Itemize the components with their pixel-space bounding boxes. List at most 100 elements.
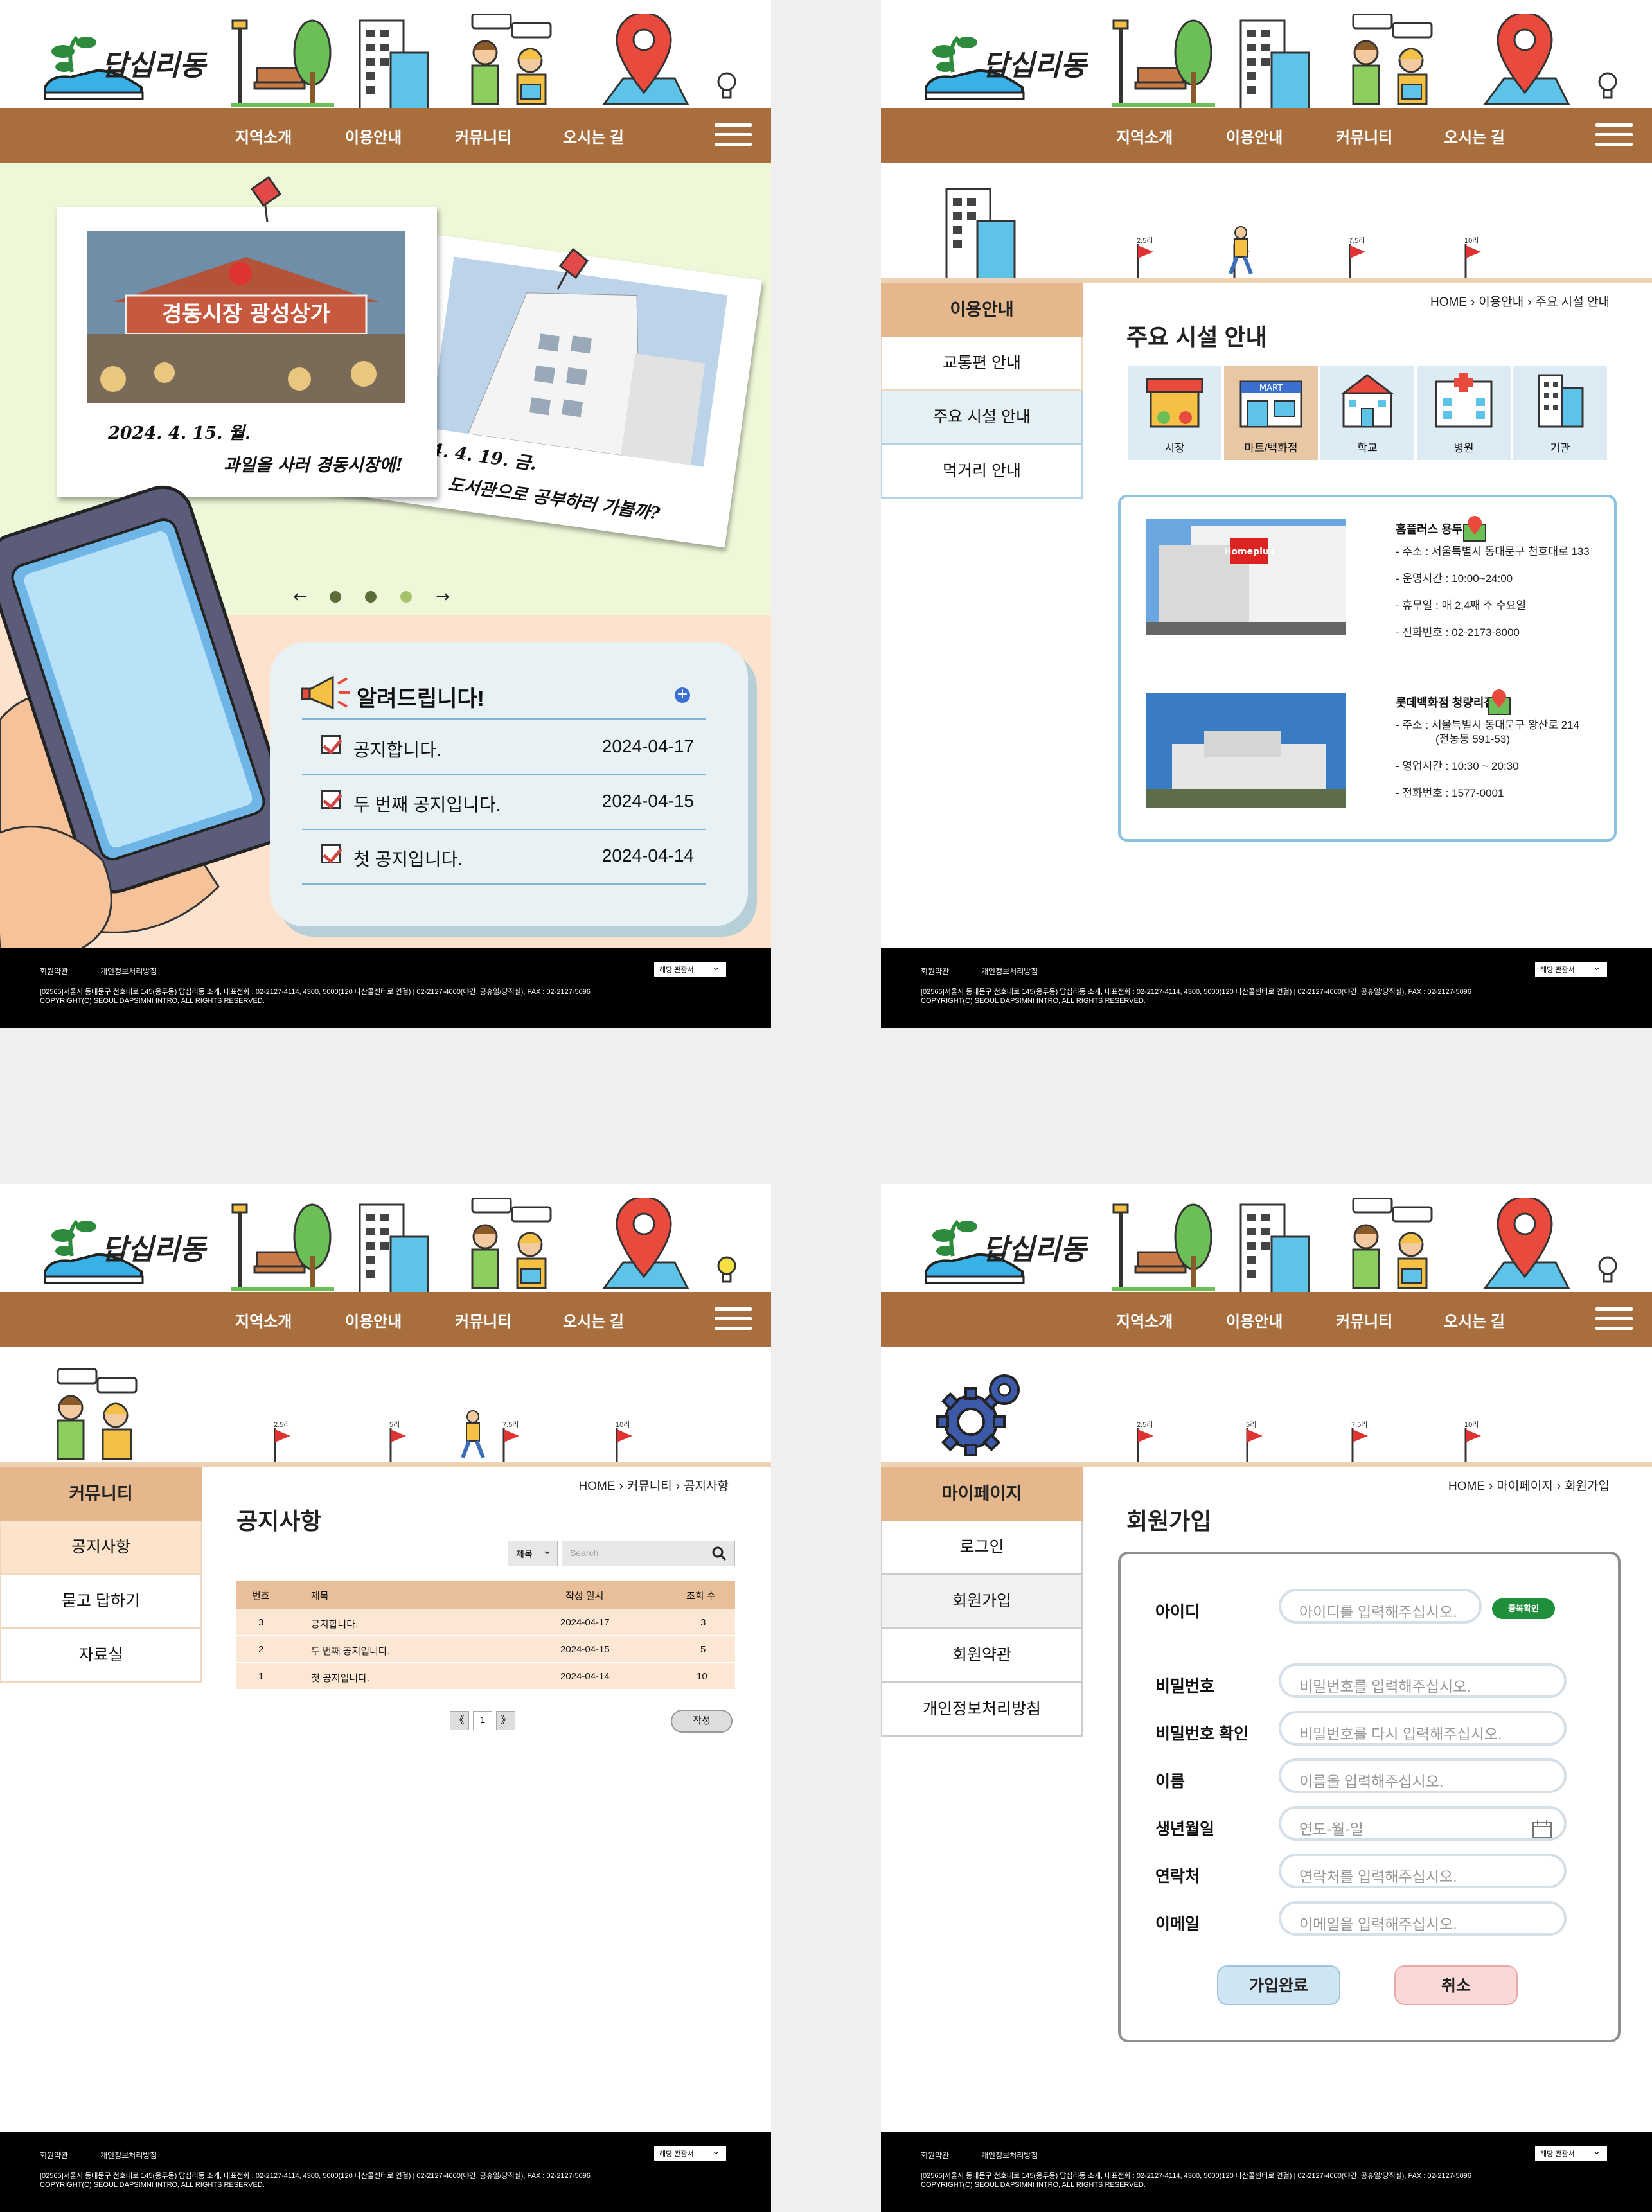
nav-region[interactable]: 지역소개 [235, 1309, 292, 1331]
nav-guide[interactable]: 이용안내 [345, 1309, 402, 1331]
footer-agency-select[interactable]: 해당 관광서 [1535, 962, 1607, 977]
homeplus-photo[interactable]: Homeplus [1146, 519, 1346, 635]
site-logo[interactable]: 답십리동 [919, 24, 1087, 114]
notice-item[interactable]: 두 번째 공지입니다. 2024-04-15 [321, 787, 707, 815]
tab-school[interactable]: 학교 [1320, 366, 1414, 460]
lightbulb-icon[interactable] [1597, 71, 1619, 103]
side-item-privacy[interactable]: 개인정보처리방침 [881, 1683, 1083, 1737]
nav-community[interactable]: 커뮤니티 [1336, 1309, 1392, 1331]
notice-item[interactable]: 공지합니다. 2024-04-17 [321, 732, 707, 760]
slider-dot-3[interactable] [400, 591, 413, 603]
footer-terms-link[interactable]: 회원약관 [921, 2150, 949, 2161]
table-row[interactable]: 1 첫 공지입니다. 2024-04-14 10 [236, 1663, 735, 1690]
notice-item-title: 첫 공지입니다. [353, 849, 463, 869]
side-item-login[interactable]: 로그인 [881, 1521, 1083, 1575]
footer-terms-link[interactable]: 회원약관 [40, 966, 68, 977]
nav-directions[interactable]: 오시는 길 [563, 125, 624, 147]
nav-community[interactable]: 커뮤니티 [1336, 125, 1392, 147]
side-item-signup[interactable]: 회원가입 [881, 1575, 1083, 1629]
search-icon[interactable] [712, 1546, 726, 1561]
nav-region[interactable]: 지역소개 [1116, 1309, 1173, 1331]
breadcrumb-section[interactable]: 마이페이지 [1497, 1480, 1552, 1493]
signup-page: 답십리동 지역소개 이용안내 커뮤니티 오시는 길 2.5리 5리 7.5리 1… [881, 1184, 1652, 2212]
cancel-button[interactable]: 취소 [1394, 1965, 1518, 2005]
footer-privacy-link[interactable]: 개인정보처리방침 [100, 966, 157, 977]
birthdate-input[interactable]: 연도-월-일 [1279, 1806, 1567, 1841]
slide-photo-market[interactable]: 경동시장 광성상가 2024. 4. 15. 월. 과일을 사러 경동시장에! [57, 207, 437, 497]
footer-agency-select[interactable]: 해당 관광서 [654, 2146, 726, 2161]
lightbulb-icon[interactable] [716, 71, 738, 103]
breadcrumb-home[interactable]: HOME [1448, 1480, 1485, 1493]
side-item-terms[interactable]: 회원약관 [881, 1629, 1083, 1683]
notice-item[interactable]: 첫 공지입니다. 2024-04-14 [321, 842, 707, 869]
nav-directions[interactable]: 오시는 길 [1444, 1309, 1505, 1331]
footer-terms-link[interactable]: 회원약관 [40, 2150, 68, 2161]
tab-institution[interactable]: 기관 [1513, 366, 1607, 460]
footer-terms-link[interactable]: 회원약관 [921, 966, 949, 977]
breadcrumb-home[interactable]: HOME [1430, 296, 1467, 309]
phone-input[interactable]: 연락처를 입력해주십시오. [1279, 1854, 1567, 1888]
lightbulb-icon[interactable] [1597, 1255, 1619, 1287]
page-number-button[interactable]: 1 [473, 1711, 492, 1730]
hamburger-menu-icon[interactable] [1595, 1307, 1633, 1333]
breadcrumb: HOME › 커뮤니티 › 공지사항 [578, 1480, 729, 1493]
breadcrumb-section[interactable]: 이용안내 [1479, 296, 1523, 309]
field-label: 이름 [1155, 1773, 1186, 1791]
nav-directions[interactable]: 오시는 길 [563, 1309, 624, 1331]
search-input[interactable]: Search [562, 1541, 735, 1566]
side-item-qna[interactable]: 묻고 답하기 [0, 1575, 202, 1629]
page-next-button[interactable]: 》 [496, 1711, 515, 1730]
table-row[interactable]: 2 두 번째 공지입니다. 2024-04-15 5 [236, 1636, 735, 1663]
duplicate-check-button[interactable]: 중복확인 [1492, 1598, 1555, 1619]
footer-privacy-link[interactable]: 개인정보처리방침 [100, 2150, 157, 2161]
tab-mart[interactable]: MART 마트/백화점 [1224, 366, 1318, 460]
lotte-department-store-photo[interactable] [1146, 693, 1346, 808]
nav-region[interactable]: 지역소개 [235, 125, 292, 147]
tab-hospital[interactable]: 병원 [1417, 366, 1511, 460]
nav-community[interactable]: 커뮤니티 [455, 125, 511, 147]
map-location-icon[interactable] [1461, 515, 1488, 542]
side-item-facilities[interactable]: 주요 시설 안내 [881, 391, 1083, 445]
table-row[interactable]: 3 공지합니다. 2024-04-17 3 [236, 1609, 735, 1636]
side-item-archive[interactable]: 자료실 [0, 1629, 202, 1683]
side-item-notices[interactable]: 공지사항 [0, 1521, 202, 1575]
more-plus-icon[interactable]: + [675, 687, 690, 703]
hamburger-menu-icon[interactable] [715, 1307, 752, 1333]
nav-guide[interactable]: 이용안내 [345, 125, 402, 147]
notice-item-title: 두 번째 공지입니다. [353, 795, 501, 815]
site-logo[interactable]: 답십리동 [919, 1208, 1087, 1298]
footer-privacy-link[interactable]: 개인정보처리방침 [981, 966, 1038, 977]
side-item-transport[interactable]: 교통편 안내 [881, 337, 1083, 391]
slider-dot-2[interactable] [364, 591, 377, 603]
footer-privacy-link[interactable]: 개인정보처리방침 [981, 2150, 1038, 2161]
calendar-icon[interactable] [1532, 1819, 1552, 1839]
email-input[interactable]: 이메일을 입력해주십시오. [1279, 1901, 1567, 1936]
nav-guide[interactable]: 이용안내 [1226, 1309, 1283, 1331]
search-field-select[interactable]: 제목 [508, 1541, 558, 1566]
site-logo[interactable]: 답십리동 [39, 1208, 206, 1298]
breadcrumb-home[interactable]: HOME [579, 1480, 616, 1493]
nav-region[interactable]: 지역소개 [1116, 125, 1173, 147]
footer-agency-select[interactable]: 해당 관광서 [654, 962, 726, 977]
nav-community[interactable]: 커뮤니티 [455, 1309, 511, 1331]
hamburger-menu-icon[interactable] [715, 123, 752, 149]
nav-directions[interactable]: 오시는 길 [1444, 125, 1505, 147]
breadcrumb-section[interactable]: 커뮤니티 [627, 1480, 672, 1493]
site-logo[interactable]: 답십리동 [39, 24, 206, 114]
hamburger-menu-icon[interactable] [1595, 123, 1633, 149]
submit-button[interactable]: 가입완료 [1217, 1965, 1340, 2005]
slider-dot-1[interactable] [329, 591, 341, 603]
password-input[interactable]: 비밀번호를 입력해주십시오. [1279, 1663, 1567, 1698]
lightbulb-on-icon[interactable] [716, 1255, 738, 1287]
nav-guide[interactable]: 이용안내 [1226, 125, 1283, 147]
id-input[interactable]: 아이디를 입력해주십시오. [1279, 1589, 1482, 1624]
map-location-icon[interactable] [1486, 689, 1513, 716]
slider-next-arrow[interactable]: → [436, 587, 450, 606]
password-confirm-input[interactable]: 비밀번호를 다시 입력해주십시오. [1279, 1711, 1567, 1746]
side-item-food[interactable]: 먹거리 안내 [881, 445, 1083, 499]
footer-agency-select[interactable]: 해당 관광서 [1535, 2146, 1607, 2161]
write-button[interactable]: 작성 [671, 1710, 733, 1733]
page-prev-button[interactable]: 《 [450, 1711, 469, 1730]
name-input[interactable]: 이름을 입력해주십시오. [1279, 1758, 1567, 1793]
tab-market[interactable]: 시장 [1128, 366, 1221, 460]
